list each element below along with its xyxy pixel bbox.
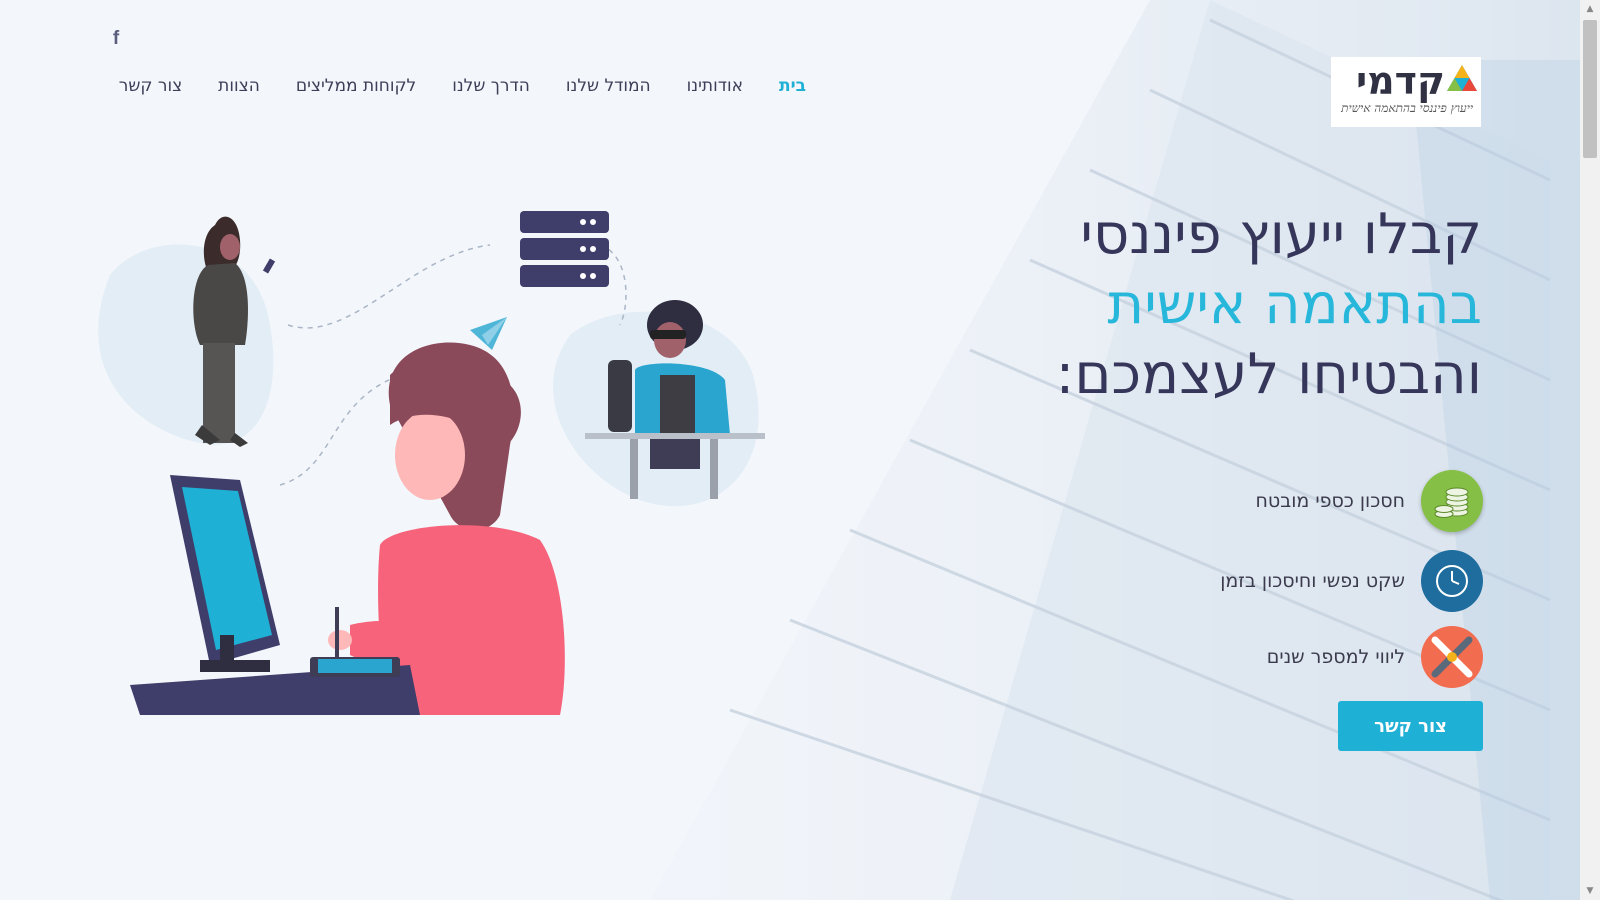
nav-item-team[interactable]: הצוות	[218, 76, 260, 96]
feature-long-term-support: ליווי למספר שנים	[1267, 626, 1483, 688]
scroll-thumb[interactable]	[1583, 20, 1597, 158]
logo-tagline: ייעוץ פיננסי בהתאמה אישית	[1341, 101, 1473, 115]
logo-name: קדמי	[1355, 59, 1445, 103]
clock-icon	[1421, 550, 1483, 612]
hero-headline: קבלו ייעוץ פיננסי בהתאמה אישית והבטיחו ל…	[1056, 200, 1482, 410]
main-navigation: בית אודותינו המודל שלנו הדרך שלנו לקוחות…	[90, 76, 824, 96]
facebook-icon[interactable]: f	[108, 28, 124, 50]
scroll-down-arrow-icon[interactable]: ▼	[1580, 882, 1600, 900]
hero-line-3: והבטיחו לעצמכם:	[1055, 342, 1482, 407]
nav-item-testimonials[interactable]: לקוחות ממליצים	[296, 76, 416, 96]
nav-item-our-way[interactable]: הדרך שלנו	[452, 76, 530, 96]
server-icon	[520, 211, 609, 287]
feature-label: חסכון כספי מובטח	[1255, 490, 1405, 512]
logo-triangle-icon	[1447, 65, 1477, 91]
feature-label: ליווי למספר שנים	[1266, 646, 1405, 668]
feature-label: שקט נפשי וחיסכון בזמן	[1220, 570, 1405, 592]
contact-button[interactable]: צור קשר	[1338, 701, 1483, 751]
coins-icon	[1421, 470, 1483, 532]
page-scrollbar[interactable]: ▲ ▼	[1580, 0, 1600, 900]
feature-savings: חסכון כספי מובטח	[1255, 470, 1483, 532]
feature-peace-of-mind: שקט נפשי וחיסכון בזמן	[1220, 550, 1483, 612]
nav-item-about[interactable]: אודותינו	[687, 76, 743, 96]
scroll-up-arrow-icon[interactable]: ▲	[1580, 0, 1600, 18]
site-logo[interactable]: קדמי ייעוץ פיננסי בהתאמה אישית	[1331, 57, 1481, 127]
nav-item-our-model[interactable]: המודל שלנו	[566, 76, 651, 96]
nav-item-contact[interactable]: צור קשר	[119, 76, 182, 96]
nav-item-home[interactable]: בית	[779, 76, 806, 96]
hero-line-1: קבלו ייעוץ פיננסי	[1080, 202, 1482, 267]
hero-line-2: בהתאמה אישית	[1107, 272, 1482, 337]
hero-illustration	[98, 211, 765, 715]
handshake-icon	[1421, 626, 1483, 688]
